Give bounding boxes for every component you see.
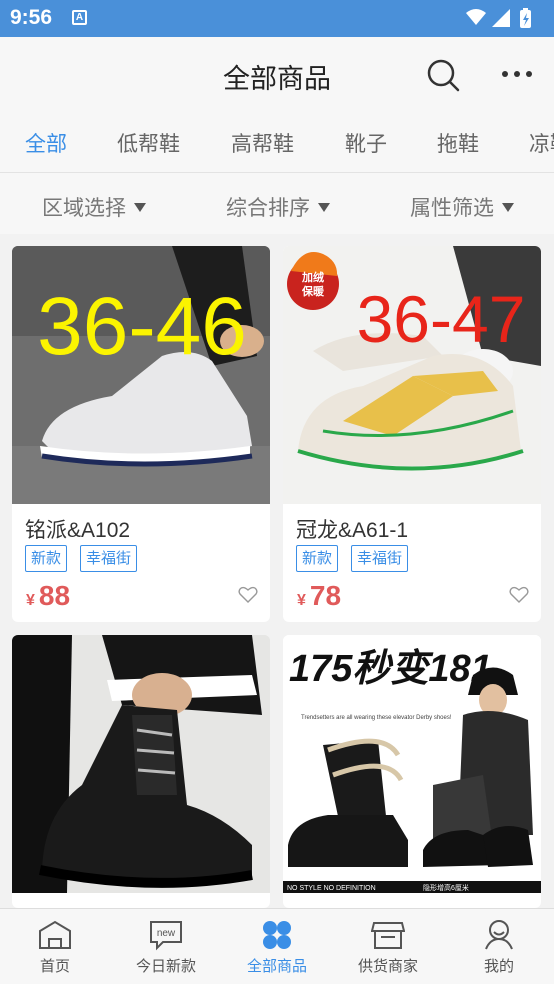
filter-sort[interactable]: 综合排序 bbox=[226, 192, 330, 222]
status-time: 9:56 bbox=[10, 6, 53, 29]
category-tabs: 全部 低帮鞋 高帮鞋 靴子 拖鞋 凉鞋 bbox=[0, 112, 554, 172]
signal-icon bbox=[492, 9, 510, 27]
battery-icon bbox=[520, 8, 531, 28]
tag-new: 新款 bbox=[296, 545, 339, 572]
filter-bar: 区域选择 综合排序 属性筛选 bbox=[0, 172, 554, 234]
search-icon[interactable] bbox=[425, 57, 461, 93]
product-image[interactable]: 36-46 bbox=[12, 246, 270, 504]
caret-down-icon bbox=[134, 203, 146, 212]
caret-down-icon bbox=[502, 203, 514, 212]
product-name: 冠龙&A61-1 bbox=[296, 519, 409, 542]
filter-attributes[interactable]: 属性筛选 bbox=[410, 192, 514, 222]
tab-sandals[interactable]: 凉鞋 bbox=[529, 128, 554, 158]
all-products-icon bbox=[263, 921, 291, 949]
heart-icon[interactable] bbox=[509, 586, 529, 604]
price-value: 88 bbox=[38, 580, 71, 611]
currency-symbol: ¥ bbox=[297, 592, 306, 609]
nav-home[interactable]: 首页 bbox=[0, 909, 110, 984]
size-range-text: 36-46 bbox=[37, 281, 247, 372]
header: 全部商品 bbox=[0, 37, 554, 112]
tab-slippers[interactable]: 拖鞋 bbox=[437, 128, 479, 158]
product-image[interactable] bbox=[12, 635, 270, 893]
tag-market: 幸福街 bbox=[351, 545, 409, 572]
page-title: 全部商品 bbox=[223, 64, 331, 94]
new-icon: new bbox=[150, 921, 182, 951]
product-card[interactable]: 36-46 铭派&A102 新款 幸福街 ¥88 bbox=[12, 246, 270, 622]
filter-sort-label: 综合排序 bbox=[226, 197, 310, 220]
caption-text: NO STYLE NO DEFINITION bbox=[287, 885, 376, 892]
filter-region[interactable]: 区域选择 bbox=[42, 192, 146, 222]
caption-text-2: 隐形增高6厘米 bbox=[423, 883, 469, 892]
nav-home-label: 首页 bbox=[39, 958, 70, 975]
bottom-navigation: 首页 new 今日新款 全部商品 供货商家 我的 bbox=[0, 908, 554, 984]
currency-symbol: ¥ bbox=[26, 592, 35, 609]
caret-down-icon bbox=[318, 203, 330, 212]
status-bar: 9:56 A bbox=[0, 0, 554, 37]
notification-icon: A bbox=[72, 10, 87, 25]
nav-all-products[interactable]: 全部商品 bbox=[222, 909, 332, 984]
nav-suppliers[interactable]: 供货商家 bbox=[333, 909, 443, 984]
nav-profile[interactable]: 我的 bbox=[444, 909, 554, 984]
size-range-text: 36-47 bbox=[357, 282, 526, 356]
filter-attributes-label: 属性筛选 bbox=[410, 197, 494, 220]
product-card[interactable]: 175秒变181 Trendsetters are all wearing th… bbox=[283, 635, 541, 908]
store-icon bbox=[371, 922, 405, 949]
product-price: ¥78 bbox=[297, 580, 341, 612]
profile-icon bbox=[485, 920, 513, 950]
product-price: ¥88 bbox=[26, 580, 70, 612]
nav-new-today-label: 今日新款 bbox=[135, 958, 196, 975]
product-image[interactable]: 175秒变181 Trendsetters are all wearing th… bbox=[283, 635, 541, 893]
product-card[interactable]: 加绒保暖 36-47 冠龙&A61-1 新款 幸福街 ¥78 bbox=[283, 246, 541, 622]
nav-suppliers-label: 供货商家 bbox=[357, 958, 418, 975]
nav-all-products-label: 全部商品 bbox=[246, 958, 307, 975]
filter-region-label: 区域选择 bbox=[42, 197, 126, 220]
tab-low-top-shoes[interactable]: 低帮鞋 bbox=[117, 128, 180, 158]
wifi-icon bbox=[466, 9, 486, 25]
tab-high-top-shoes[interactable]: 高帮鞋 bbox=[231, 128, 294, 158]
promo-small-text: Trendsetters are all wearing these eleva… bbox=[301, 715, 452, 721]
nav-new-today[interactable]: new 今日新款 bbox=[111, 909, 221, 984]
price-value: 78 bbox=[309, 580, 342, 611]
svg-text:new: new bbox=[157, 928, 176, 939]
heart-icon[interactable] bbox=[238, 586, 258, 604]
product-card[interactable] bbox=[12, 635, 270, 908]
system-status-icons bbox=[466, 8, 531, 28]
more-icon[interactable] bbox=[500, 67, 534, 81]
product-image[interactable]: 加绒保暖 36-47 bbox=[283, 246, 541, 504]
tag-market: 幸福街 bbox=[80, 545, 138, 572]
tab-all[interactable]: 全部 bbox=[25, 128, 67, 158]
promo-text: 175秒变181 bbox=[289, 648, 492, 690]
tab-boots[interactable]: 靴子 bbox=[345, 128, 387, 158]
home-icon bbox=[39, 920, 71, 949]
nav-profile-label: 我的 bbox=[483, 958, 514, 975]
product-name: 铭派&A102 bbox=[25, 519, 131, 542]
tag-new: 新款 bbox=[25, 545, 68, 572]
